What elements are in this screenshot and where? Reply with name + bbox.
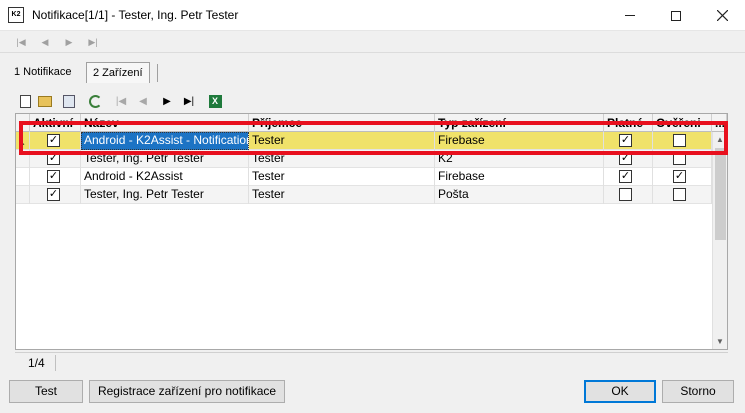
refresh-button[interactable] <box>86 92 104 110</box>
tab-bar: 1 Notifikace 2 Zařízení <box>0 58 745 84</box>
tab-notifikace[interactable]: 1 Notifikace <box>8 62 77 84</box>
first-record-icon[interactable]: |◀ <box>14 35 28 49</box>
app-icon: K2 <box>8 7 24 23</box>
nazev-cell[interactable]: Tester, Ing. Petr Tester <box>81 186 249 204</box>
close-button[interactable] <box>699 0 745 31</box>
prev-row-button[interactable]: ◀ <box>134 92 152 110</box>
open-record-button[interactable] <box>36 92 54 110</box>
row-indicator-cell <box>16 186 30 204</box>
platne-cell: ✓ <box>604 168 653 186</box>
status-separator <box>55 355 56 371</box>
prijemce-cell[interactable]: Tester <box>249 168 435 186</box>
minimize-button[interactable] <box>607 0 653 31</box>
top-record-navigation: |◀ ◀ ▶ ▶| <box>0 31 745 53</box>
maximize-icon <box>671 10 681 21</box>
prijemce-cell[interactable]: Tester <box>249 186 435 204</box>
copy-record-button[interactable] <box>60 92 78 110</box>
scroll-down-icon[interactable]: ▼ <box>716 337 724 346</box>
typ-zarizeni-cell[interactable]: Pošta <box>435 186 604 204</box>
new-document-icon <box>19 94 31 108</box>
last-row-button[interactable]: ▶| <box>180 92 198 110</box>
aktivni-checkbox[interactable]: ✓ <box>47 170 60 183</box>
scrollbar-thumb[interactable] <box>715 148 726 240</box>
record-position: 1/4 <box>28 356 45 370</box>
table-row[interactable]: ✓ Android - K2Assist Tester Firebase ✓ ✓ <box>16 168 712 186</box>
platne-cell <box>604 186 653 204</box>
next-record-icon[interactable]: ▶ <box>62 35 76 49</box>
prev-record-icon[interactable]: ◀ <box>38 35 52 49</box>
typ-zarizeni-cell[interactable]: Firebase <box>435 168 604 186</box>
aktivni-cell: ✓ <box>30 168 81 186</box>
tab-zarizeni[interactable]: 2 Zařízení <box>86 62 150 83</box>
platne-checkbox[interactable] <box>619 188 632 201</box>
nazev-cell[interactable]: Android - K2Assist <box>81 168 249 186</box>
folder-open-icon <box>38 95 52 107</box>
overeni-checkbox[interactable] <box>673 188 686 201</box>
test-button[interactable]: Test <box>9 380 83 403</box>
red-highlight-annotation <box>19 121 728 155</box>
new-record-button[interactable] <box>16 92 34 110</box>
overeni-checkbox[interactable]: ✓ <box>673 170 686 183</box>
ok-button[interactable]: OK <box>584 380 656 403</box>
refresh-icon <box>88 94 102 108</box>
tab-separator <box>157 64 158 82</box>
row-indicator-cell <box>16 168 30 186</box>
minimize-icon <box>625 15 635 16</box>
maximize-button[interactable] <box>653 0 699 31</box>
aktivni-cell: ✓ <box>30 186 81 204</box>
aktivni-checkbox[interactable]: ✓ <box>47 188 60 201</box>
status-bar: 1/4 <box>15 352 728 372</box>
close-icon <box>716 10 728 21</box>
cancel-button[interactable]: Storno <box>662 380 734 403</box>
excel-icon: X <box>208 94 222 108</box>
table-row[interactable]: ✓ Tester, Ing. Petr Tester Tester Pošta <box>16 186 712 204</box>
last-record-icon[interactable]: ▶| <box>86 35 100 49</box>
window-title: Notifikace[1/1] - Tester, Ing. Petr Test… <box>32 8 239 22</box>
vertical-scrollbar[interactable]: ▲ ▼ <box>712 132 727 349</box>
next-row-button[interactable]: ▶ <box>158 92 176 110</box>
platne-checkbox[interactable]: ✓ <box>619 170 632 183</box>
overeni-cell <box>653 186 712 204</box>
overeni-cell: ✓ <box>653 168 712 186</box>
grid-toolbar: |◀ ◀ ▶ ▶| X <box>16 92 316 110</box>
export-excel-button[interactable]: X <box>206 92 224 110</box>
copy-icon <box>63 94 75 108</box>
register-device-button[interactable]: Registrace zařízení pro notifikace <box>89 380 285 403</box>
first-row-button[interactable]: |◀ <box>112 92 130 110</box>
title-bar: K2 Notifikace[1/1] - Tester, Ing. Petr T… <box>0 0 745 31</box>
